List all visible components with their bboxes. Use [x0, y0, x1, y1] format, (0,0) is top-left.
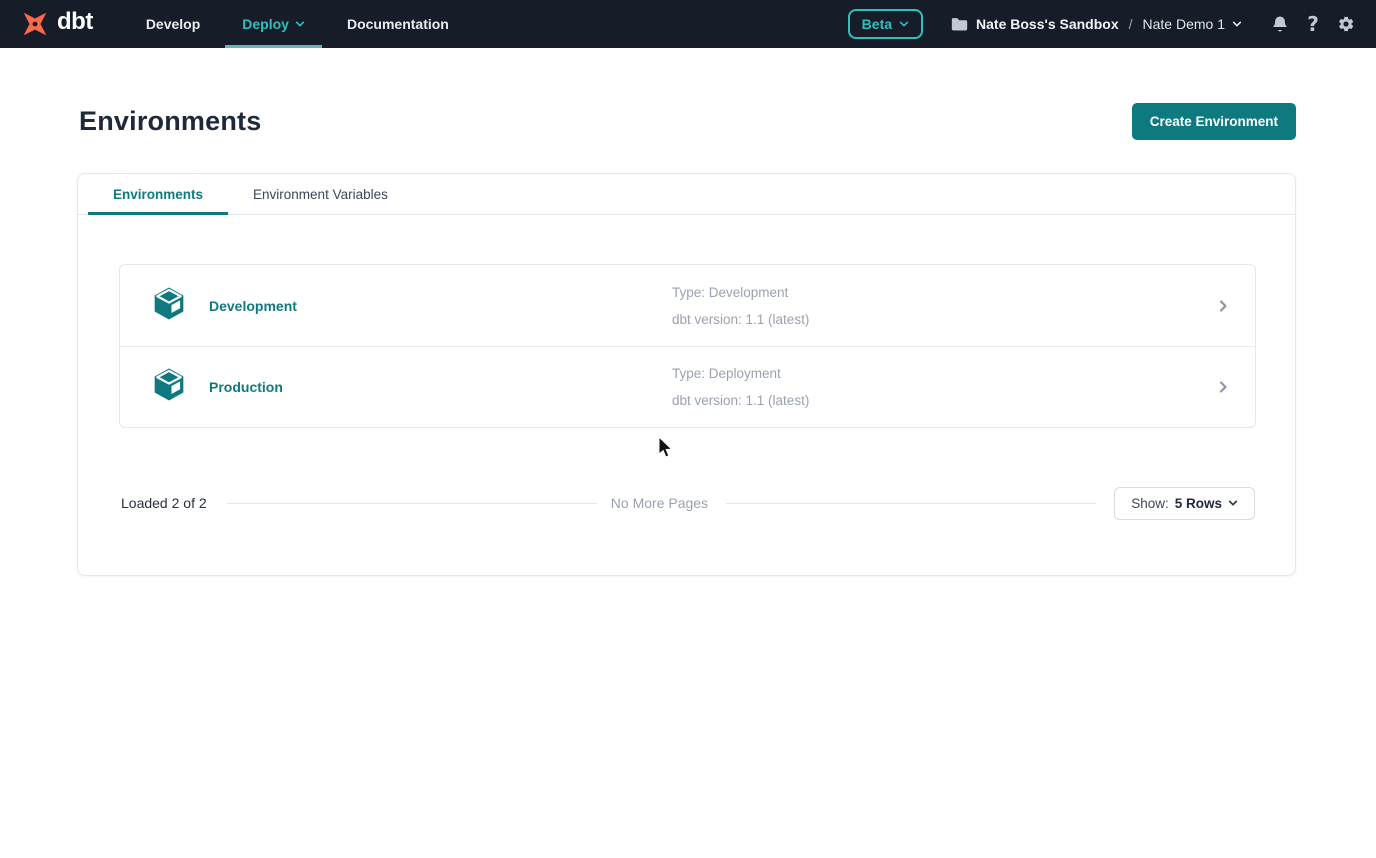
gear-icon[interactable] — [1336, 14, 1356, 34]
pagination-footer: Loaded 2 of 2 No More Pages Show: 5 Rows — [78, 455, 1295, 551]
chevron-right-icon[interactable] — [1215, 379, 1231, 395]
environment-list: Development Type: Development dbt versio… — [119, 264, 1256, 428]
divider-line — [726, 503, 1096, 504]
primary-nav: Develop Deploy Documentation — [125, 0, 470, 48]
environment-name[interactable]: Production — [209, 379, 283, 395]
chevron-down-icon — [1228, 498, 1238, 508]
account-name[interactable]: Nate Boss's Sandbox — [976, 16, 1119, 32]
rows-per-page-dropdown[interactable]: Show: 5 Rows — [1114, 487, 1255, 520]
environment-row-development[interactable]: Development Type: Development dbt versio… — [120, 265, 1255, 346]
tab-bar: Environments Environment Variables — [78, 174, 1295, 215]
environment-version: dbt version: 1.1 (latest) — [672, 393, 809, 408]
top-navbar: dbt Develop Deploy Documentation Beta Na… — [0, 0, 1376, 48]
folder-icon — [951, 17, 968, 32]
cube-icon — [150, 285, 188, 327]
divider-line — [227, 503, 597, 504]
chevron-down-icon — [295, 19, 305, 29]
beta-dropdown[interactable]: Beta — [848, 9, 923, 39]
dbt-logo[interactable]: dbt — [0, 9, 111, 39]
chevron-down-icon — [1232, 19, 1242, 29]
help-icon[interactable]: ? — [1303, 14, 1323, 34]
loaded-count: Loaded 2 of 2 — [121, 495, 207, 511]
breadcrumb: Nate Boss's Sandbox / Nate Demo 1 — [951, 16, 1242, 32]
environment-name[interactable]: Development — [209, 298, 297, 314]
bell-icon[interactable] — [1270, 14, 1290, 34]
chevron-down-icon — [899, 19, 909, 29]
environment-type: Type: Development — [672, 285, 809, 300]
cube-icon — [150, 366, 188, 408]
page-title: Environments — [79, 106, 261, 137]
project-selector[interactable]: Nate Demo 1 — [1143, 16, 1242, 32]
nav-item-deploy[interactable]: Deploy — [221, 0, 326, 48]
dbt-pinwheel-icon — [20, 9, 50, 39]
chevron-right-icon[interactable] — [1215, 298, 1231, 314]
no-more-pages-label: No More Pages — [611, 495, 708, 511]
environment-version: dbt version: 1.1 (latest) — [672, 312, 809, 327]
create-environment-button[interactable]: Create Environment — [1132, 103, 1296, 140]
dbt-logo-text: dbt — [57, 10, 93, 38]
environment-type: Type: Deployment — [672, 366, 809, 381]
breadcrumb-separator: / — [1127, 16, 1135, 32]
environment-row-production[interactable]: Production Type: Deployment dbt version:… — [120, 346, 1255, 427]
tab-environment-variables[interactable]: Environment Variables — [228, 174, 413, 214]
tab-environments[interactable]: Environments — [88, 174, 228, 214]
environments-card: Environments Environment Variables Devel… — [77, 173, 1296, 576]
nav-item-develop[interactable]: Develop — [125, 0, 221, 48]
nav-item-documentation[interactable]: Documentation — [326, 0, 470, 48]
